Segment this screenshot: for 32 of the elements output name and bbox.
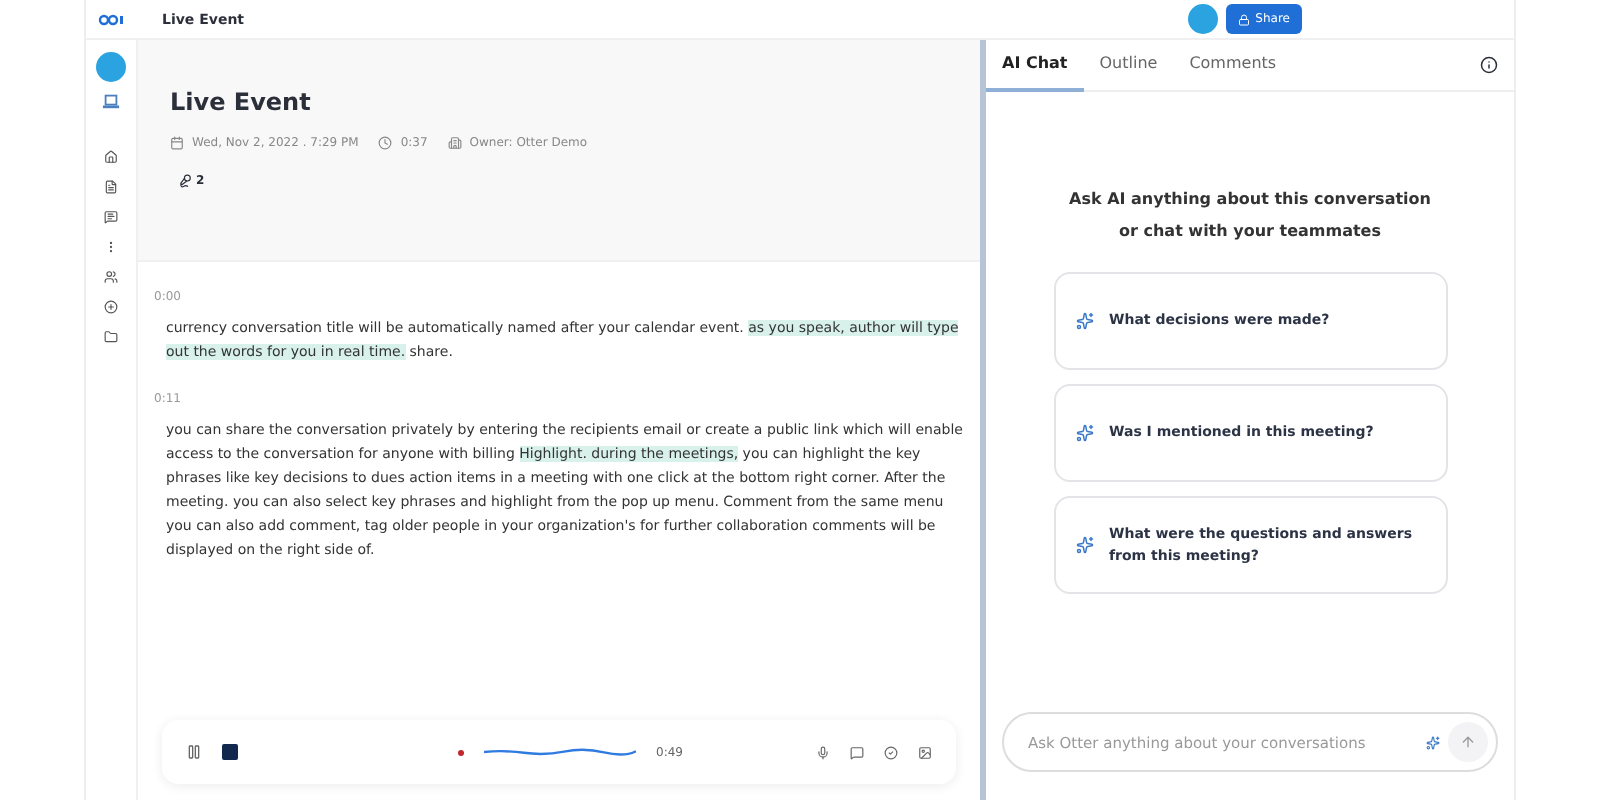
conversation-title: Live Event [170,88,313,116]
microphone-icon[interactable] [816,745,830,759]
panel-tab[interactable]: Outline [1083,39,1174,91]
folder-icon[interactable] [102,328,120,346]
info-icon[interactable] [1480,56,1498,74]
logo-icon [98,13,126,25]
building-icon [447,136,462,150]
document-icon[interactable] [102,178,120,196]
people-icon[interactable] [102,268,120,286]
laptop-icon[interactable] [100,90,122,112]
sparkle-icon [1075,536,1093,554]
pause-icon[interactable] [186,744,202,760]
avatar[interactable] [1187,4,1218,34]
speaker-icon [178,174,192,188]
intro-text: or chat with your teammates [1117,220,1383,244]
check-icon[interactable] [884,745,898,759]
panel-tab[interactable]: AI Chat [986,39,1084,91]
calendar-icon [170,136,184,150]
message-icon[interactable] [102,208,120,226]
comment-icon[interactable] [850,745,864,759]
sparkle-icon[interactable] [1426,735,1440,749]
arrow-up-icon [1460,734,1476,750]
clock-icon [378,136,393,150]
add-icon[interactable] [102,298,120,316]
home-icon[interactable] [102,148,120,166]
intro-text: Ask AI anything about this conversation [1067,188,1433,212]
lock-icon [1237,13,1250,25]
avatar[interactable] [96,52,126,82]
sparkle-icon [1075,312,1093,330]
panel-tab[interactable]: Comments [1173,39,1293,91]
image-icon[interactable] [918,745,932,759]
sparkle-icon [1075,424,1093,442]
